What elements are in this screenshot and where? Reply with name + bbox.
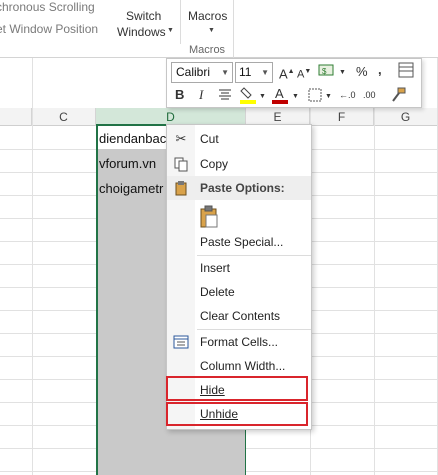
accounting-format-icon[interactable]: $ <box>317 62 337 85</box>
paste-special-text: Paste Special... <box>200 235 284 249</box>
grid-line <box>374 58 375 475</box>
menu-item-label: Format Cells... <box>200 335 279 349</box>
ribbon-divider <box>180 0 181 44</box>
menu-item-insert[interactable]: Insert <box>167 256 311 280</box>
chevron-down-icon: ▼ <box>261 68 269 77</box>
menu-item-label: Copy <box>200 157 229 171</box>
menu-item-label: Clear Contents <box>200 309 281 323</box>
reset-window-position-button[interactable]: et Window Position <box>0 22 98 36</box>
menu-item-cut[interactable]: ✂ Cut <box>167 127 311 151</box>
font-size-value: 11 <box>239 65 252 79</box>
cell-d4[interactable]: choigametr <box>99 181 163 196</box>
macros-group-label: Macros <box>189 44 226 56</box>
increase-font-icon[interactable]: A▲ <box>279 63 295 83</box>
italic-icon[interactable]: I <box>199 86 203 104</box>
mini-toolbar: Calibri ▼ 11 ▼ A▲ A▼ $ ▼ % , B I ▼ A ▼ ▼… <box>166 58 422 108</box>
chevron-down-icon[interactable]: ▼ <box>325 88 332 106</box>
column-header-b[interactable] <box>0 108 32 126</box>
format-painter-icon[interactable] <box>389 86 407 109</box>
font-name-value: Calibri <box>176 65 211 79</box>
menu-item-column-width[interactable]: Column Width... <box>167 354 311 378</box>
svg-text:A: A <box>275 86 284 101</box>
decrease-font-icon[interactable]: A▼ <box>297 63 311 84</box>
macros-button[interactable]: Macros <box>188 9 227 23</box>
font-size-dropdown[interactable]: 11 ▼ <box>235 62 273 83</box>
font-name-dropdown[interactable]: Calibri ▼ <box>171 62 233 83</box>
synchronous-scrolling-button[interactable]: chronous Scrolling <box>0 0 95 14</box>
menu-item-label: Cut <box>200 132 219 146</box>
menu-item-label: Paste Special... <box>200 230 283 254</box>
align-center-icon[interactable] <box>217 87 233 106</box>
percent-style-icon[interactable]: % <box>356 63 368 81</box>
menu-item-copy[interactable]: Copy <box>167 152 311 176</box>
menu-item-paste-special[interactable]: Paste Special... <box>167 230 311 254</box>
scissors-icon: ✂ <box>175 131 187 146</box>
menu-item-label: Paste Options: <box>200 181 285 195</box>
ribbon: chronous Scrolling et Window Position Sw… <box>0 0 438 58</box>
menu-item-label: Column Width... <box>200 359 286 373</box>
copy-icon <box>173 156 189 172</box>
paste-option-button[interactable] <box>167 202 311 232</box>
column-header-c[interactable]: C <box>32 108 96 126</box>
highlight-box-unhide <box>166 402 308 426</box>
menu-item-clear-contents[interactable]: Clear Contents <box>167 304 311 328</box>
menu-item-label: Insert <box>200 261 231 275</box>
paste-icon <box>173 180 189 196</box>
chevron-down-icon: ▼ <box>221 68 229 77</box>
increase-decimal-icon[interactable]: ←.0 <box>339 86 356 104</box>
bold-icon[interactable]: B <box>175 86 184 104</box>
chevron-down-icon[interactable]: ▼ <box>167 27 174 34</box>
switch-windows-label[interactable]: Switch <box>126 9 161 23</box>
cell-d3[interactable]: vforum.vn <box>99 156 156 171</box>
font-color-icon[interactable]: A <box>271 85 289 110</box>
svg-text:$: $ <box>322 67 327 76</box>
chevron-down-icon[interactable]: ▼ <box>339 64 346 82</box>
borders-icon[interactable] <box>307 87 323 108</box>
menu-item-delete[interactable]: Delete <box>167 280 311 304</box>
highlight-color-icon[interactable] <box>239 85 257 110</box>
grid-line <box>32 58 33 475</box>
ribbon-divider <box>233 0 234 58</box>
menu-item-label: Delete <box>200 285 235 299</box>
highlight-box-hide <box>166 376 308 401</box>
chevron-down-icon[interactable]: ▼ <box>259 88 266 106</box>
chevron-down-icon[interactable]: ▼ <box>292 88 299 106</box>
menu-header-paste-options: Paste Options: <box>167 176 311 200</box>
decrease-decimal-icon[interactable]: .00 <box>363 86 376 104</box>
format-cells-icon <box>173 334 189 350</box>
menu-item-format-cells[interactable]: Format Cells... <box>167 330 311 354</box>
chevron-down-icon[interactable]: ▼ <box>208 27 215 34</box>
switch-windows-label-2[interactable]: Windows <box>117 25 166 39</box>
format-painter-table-icon[interactable] <box>397 61 415 84</box>
column-header-f[interactable]: F <box>310 108 374 126</box>
cell-d2[interactable]: diendanbac <box>99 131 166 146</box>
comma-style-icon[interactable]: , <box>378 61 382 79</box>
column-header-g[interactable]: G <box>374 108 438 126</box>
